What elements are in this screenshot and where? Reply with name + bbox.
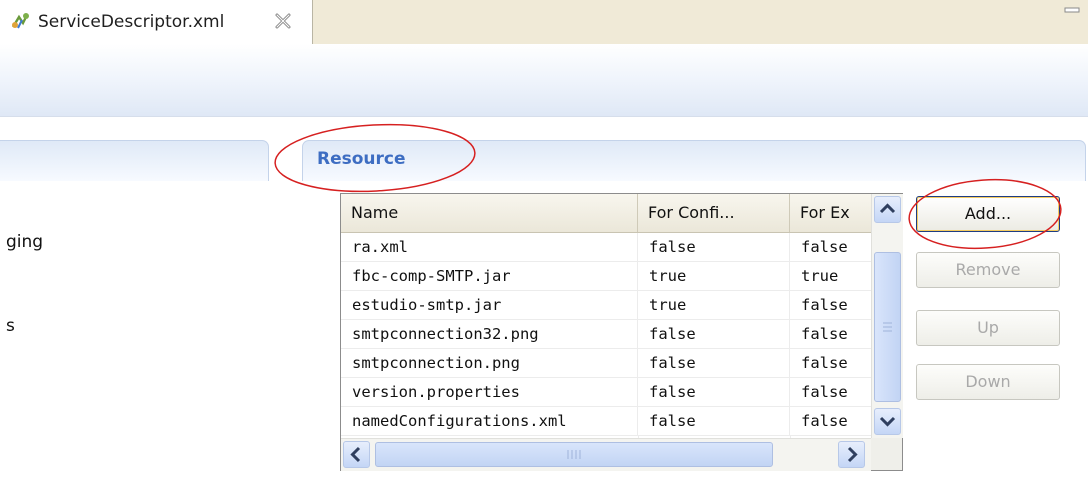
cell-for-configuration[interactable]: true bbox=[638, 262, 790, 290]
editor-tab[interactable]: ServiceDescriptor.xml bbox=[0, 0, 313, 44]
scroll-up-button[interactable] bbox=[874, 196, 901, 223]
cell-for-configuration[interactable]: false bbox=[638, 407, 790, 435]
chevron-right-icon bbox=[847, 446, 858, 463]
editor-tab-bar: ServiceDescriptor.xml bbox=[0, 0, 1088, 44]
cell-for-configuration[interactable]: false bbox=[638, 320, 790, 348]
table-row[interactable]: namedConfigurations.xml false false bbox=[341, 407, 871, 436]
cell-for-configuration[interactable]: true bbox=[638, 291, 790, 319]
vertical-scrollbar[interactable] bbox=[871, 194, 903, 438]
resource-section-header[interactable]: Resource bbox=[302, 140, 1086, 181]
cell-for-export[interactable]: true bbox=[790, 262, 871, 290]
scroll-right-button[interactable] bbox=[838, 441, 865, 468]
resource-section-title: Resource bbox=[317, 149, 406, 169]
add-button[interactable]: Add... bbox=[916, 196, 1060, 232]
table-row[interactable]: smtpconnection.png false false bbox=[341, 349, 871, 378]
cell-for-configuration[interactable]: false bbox=[638, 233, 790, 261]
cell-for-export[interactable]: false bbox=[790, 291, 871, 319]
column-header-for-configuration[interactable]: For Confi... bbox=[638, 194, 790, 232]
form-header bbox=[0, 44, 1088, 117]
table-row[interactable]: fbc-comp-SMTP.jar true true bbox=[341, 262, 871, 291]
cell-name: smtpconnection32.png bbox=[341, 320, 638, 348]
chevron-up-icon bbox=[879, 203, 896, 214]
cell-name: version.properties bbox=[341, 378, 638, 406]
horizontal-scrollbar[interactable] bbox=[341, 438, 871, 471]
column-header-for-export[interactable]: For Ex bbox=[790, 194, 871, 232]
chevron-left-icon bbox=[350, 446, 361, 463]
cell-for-configuration[interactable]: false bbox=[638, 349, 790, 377]
scroll-down-button[interactable] bbox=[874, 408, 901, 435]
cell-name: fbc-comp-SMTP.jar bbox=[341, 262, 638, 290]
column-header-name[interactable]: Name bbox=[341, 194, 638, 232]
scrollbar-corner bbox=[871, 438, 902, 470]
left-section-text: ging bbox=[6, 232, 44, 252]
table-row[interactable]: version.properties false false bbox=[341, 378, 871, 407]
left-section-text: s bbox=[6, 316, 15, 336]
table-row[interactable]: ra.xml false false bbox=[341, 233, 871, 262]
cell-for-export[interactable]: false bbox=[790, 349, 871, 377]
cell-for-export[interactable]: false bbox=[790, 233, 871, 261]
cell-name: smtpconnection.png bbox=[341, 349, 638, 377]
xml-descriptor-icon bbox=[11, 13, 29, 29]
editor-tab-title: ServiceDescriptor.xml bbox=[38, 12, 225, 32]
cell-for-configuration[interactable]: false bbox=[638, 378, 790, 406]
scroll-left-button[interactable] bbox=[343, 441, 370, 468]
remove-button[interactable]: Remove bbox=[916, 252, 1060, 288]
table-body: ra.xml false false fbc-comp-SMTP.jar tru… bbox=[341, 233, 871, 453]
left-section-header bbox=[0, 140, 269, 181]
down-button[interactable]: Down bbox=[916, 364, 1060, 400]
resource-table[interactable]: Name For Confi... For Ex ra.xml false fa… bbox=[340, 193, 903, 471]
table-row[interactable]: smtpconnection32.png false false bbox=[341, 320, 871, 349]
grip-icon bbox=[883, 322, 892, 332]
grip-icon bbox=[567, 450, 581, 459]
cell-name: estudio-smtp.jar bbox=[341, 291, 638, 319]
table-row[interactable]: estudio-smtp.jar true false bbox=[341, 291, 871, 320]
minimize-icon[interactable] bbox=[1064, 4, 1080, 18]
horizontal-scroll-thumb[interactable] bbox=[375, 442, 773, 467]
cell-for-export[interactable]: false bbox=[790, 407, 871, 435]
cell-name: namedConfigurations.xml bbox=[341, 407, 638, 435]
chevron-down-icon bbox=[879, 416, 896, 427]
table-header: Name For Confi... For Ex bbox=[341, 194, 871, 233]
close-icon[interactable] bbox=[272, 10, 294, 32]
cell-for-export[interactable]: false bbox=[790, 378, 871, 406]
up-button[interactable]: Up bbox=[916, 310, 1060, 346]
cell-for-export[interactable]: false bbox=[790, 320, 871, 348]
vertical-scroll-thumb[interactable] bbox=[874, 252, 901, 402]
cell-name: ra.xml bbox=[341, 233, 638, 261]
